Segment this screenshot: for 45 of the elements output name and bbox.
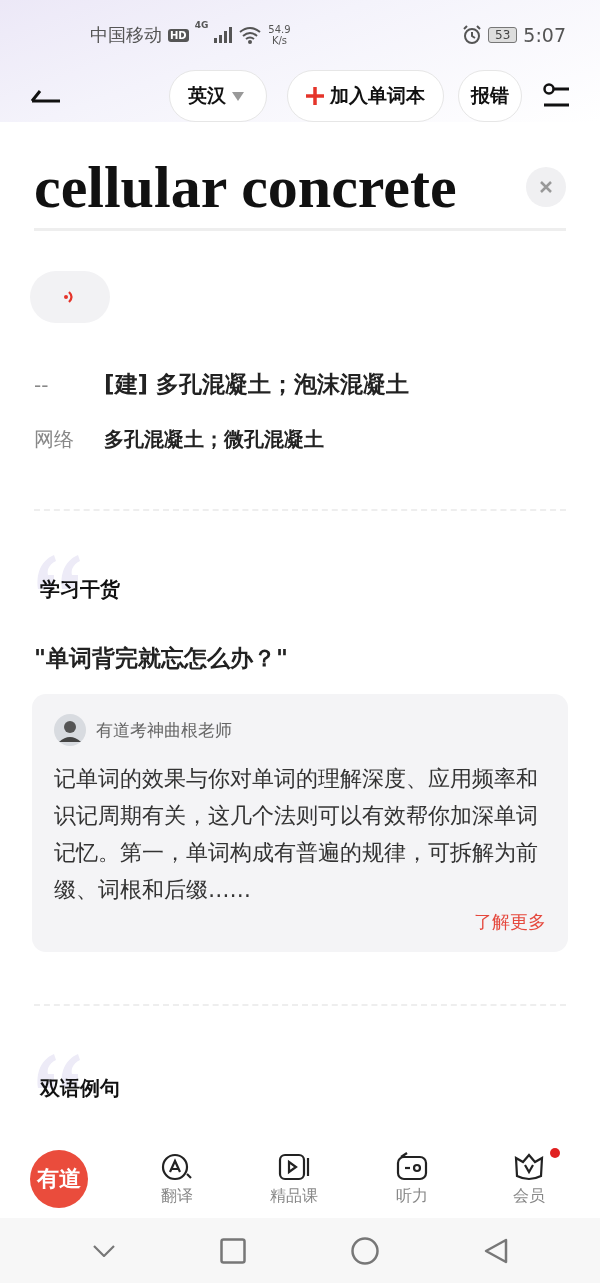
tab-item[interactable]: 听力 bbox=[353, 1151, 471, 1207]
definition-label: -- bbox=[34, 373, 50, 397]
battery-level: 53 bbox=[488, 27, 518, 43]
network-speed: 54.9 bbox=[268, 24, 291, 35]
wifi-icon bbox=[238, 26, 263, 44]
definition-text: 多孔混凝土；微孔混凝土 bbox=[104, 426, 324, 453]
settings-icon[interactable] bbox=[542, 83, 570, 109]
avatar bbox=[54, 714, 86, 746]
report-error-button[interactable]: 报错 bbox=[458, 70, 522, 122]
author-name: 有道考神曲根老师 bbox=[96, 718, 232, 742]
alarm-icon bbox=[462, 25, 483, 45]
article-card[interactable]: 有道考神曲根老师 记单词的效果与你对单词的理解深度、应用频率和识记周期有关，这几个法则可以有效帮你加深单词记忆。第一，单词构成有普遍的规律，可拆解为前缀、词根和后缀…… 了解更多 bbox=[32, 694, 568, 952]
home-circle-icon[interactable] bbox=[350, 1236, 379, 1265]
section-title: 双语例句 bbox=[40, 1075, 120, 1102]
caret-icon bbox=[232, 91, 244, 101]
back-triangle-icon[interactable] bbox=[483, 1237, 508, 1264]
video-play-icon bbox=[277, 1151, 312, 1182]
add-to-wordbook-button[interactable]: 加入单词本 bbox=[287, 70, 444, 122]
article-excerpt: 记单词的效果与你对单词的理解深度、应用频率和识记周期有关，这几个法则可以有效帮你加深单词记忆。第一，单词构成有普遍的规律，可拆解为前缀、词根和后缀…… bbox=[54, 765, 539, 904]
translate-icon bbox=[159, 1151, 194, 1182]
language-dropdown[interactable]: 英汉 bbox=[169, 70, 267, 122]
plus-icon bbox=[306, 87, 324, 105]
radio-icon bbox=[394, 1151, 429, 1182]
article-question: "单词背完就忘怎么办？" bbox=[34, 644, 289, 673]
network-type: 4G bbox=[194, 20, 209, 30]
tab-item[interactable]: 精品课 bbox=[235, 1151, 353, 1207]
square-icon[interactable] bbox=[219, 1237, 246, 1264]
signal-icon bbox=[214, 27, 233, 43]
back-arrow-icon[interactable] bbox=[30, 89, 62, 103]
definition-text: [建] 多孔混凝土；泡沫混凝土 bbox=[104, 370, 410, 399]
hd-indicator: HD bbox=[168, 28, 189, 42]
app-logo[interactable]: 有道 bbox=[30, 1150, 88, 1208]
definition-label: 网络 bbox=[34, 426, 75, 453]
tab-item[interactable]: 会员 bbox=[470, 1151, 588, 1207]
section-title: 学习干货 bbox=[40, 576, 120, 603]
close-icon bbox=[540, 181, 552, 193]
speed-unit: K/s bbox=[271, 35, 288, 46]
read-more-link[interactable]: 了解更多 bbox=[474, 910, 546, 934]
tab-item[interactable]: 翻译 bbox=[118, 1151, 236, 1207]
headword: cellular concrete bbox=[34, 154, 458, 220]
chevron-down-icon[interactable] bbox=[92, 1244, 115, 1257]
clear-button[interactable] bbox=[526, 167, 566, 207]
speaker-icon bbox=[64, 289, 76, 305]
carrier-name: 中国移动 bbox=[90, 23, 162, 47]
clock-time: 5:07 bbox=[523, 24, 566, 46]
